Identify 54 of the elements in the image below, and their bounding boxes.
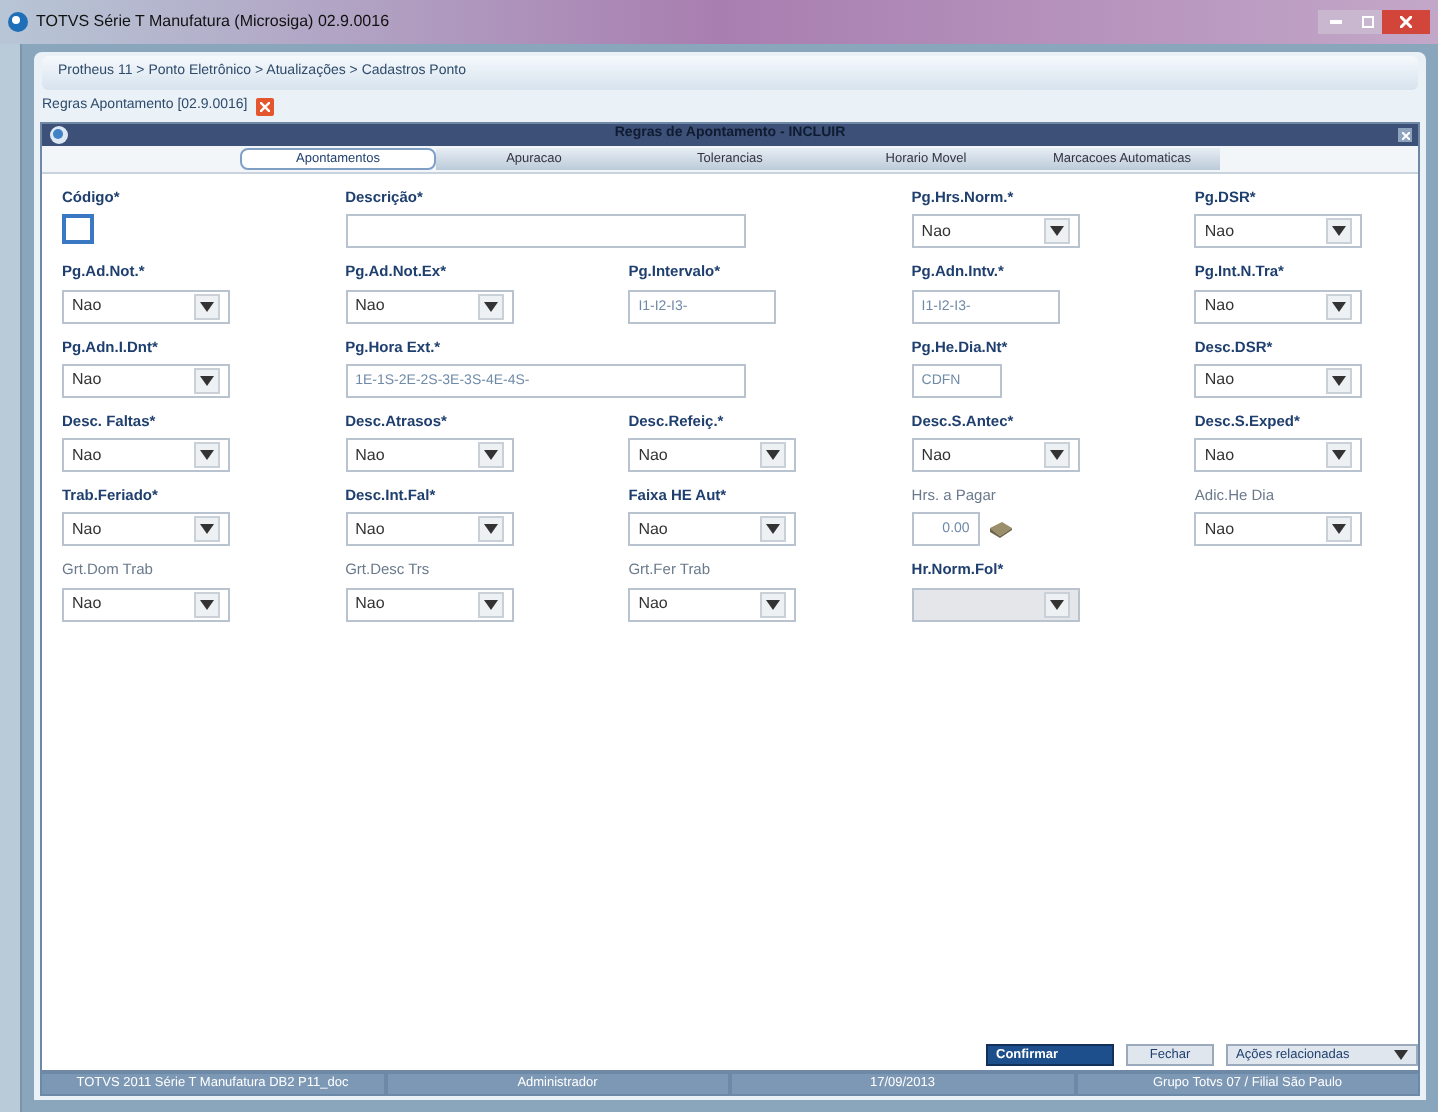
caret-icon	[200, 450, 214, 460]
dropdown-field[interactable]: Nao	[345, 587, 514, 621]
dropdown-field[interactable]: Nao	[62, 512, 230, 547]
caret-icon	[483, 301, 498, 311]
caret-icon	[1049, 599, 1064, 609]
dropdown-field[interactable]: Nao	[62, 438, 230, 472]
dropdown-field[interactable]: Nao	[62, 587, 230, 621]
dropdown-field[interactable]: Nao	[1194, 214, 1363, 249]
close-icon	[1401, 131, 1409, 139]
close-icon	[259, 101, 270, 111]
window-title: TOTVS Série T Manufatura (Microsiga) 02.9.0016	[36, 10, 390, 34]
caret-icon	[1332, 301, 1347, 311]
caret-icon	[483, 524, 498, 535]
caret-icon	[200, 524, 214, 535]
dropdown-field[interactable]: Nao	[628, 512, 797, 547]
caret-icon	[1394, 1050, 1408, 1060]
dropdown-field[interactable]: Nao	[911, 438, 1080, 472]
input-field[interactable]	[345, 214, 746, 249]
dropdown-field[interactable]: Nao	[628, 587, 797, 621]
caret-icon	[483, 450, 498, 460]
caret-icon	[1332, 375, 1347, 386]
dropdown-field[interactable]: Nao	[1194, 363, 1363, 398]
caret-icon	[483, 599, 498, 609]
dropdown-field[interactable]: Nao	[345, 438, 514, 472]
caret-icon	[200, 375, 214, 386]
dropdown-field[interactable]: Nao	[62, 289, 230, 323]
caret-icon	[200, 301, 214, 311]
minimize-button[interactable]	[1318, 10, 1354, 34]
input-field[interactable]	[62, 214, 94, 245]
maximize-button[interactable]	[1354, 10, 1382, 34]
dropdown-field[interactable]: Nao	[1194, 438, 1363, 472]
dropdown-field[interactable]: Nao	[1194, 289, 1363, 323]
maximize-icon	[1362, 16, 1374, 28]
caret-icon	[1049, 226, 1064, 237]
caret-icon	[766, 524, 781, 535]
tab-close-button[interactable]	[255, 97, 274, 115]
dropdown-field[interactable]: Nao	[345, 512, 514, 547]
dropdown-field[interactable]: Nao	[62, 363, 230, 398]
dropdown-field[interactable]: Nao	[911, 214, 1080, 249]
caret-icon	[766, 450, 781, 460]
dropdown-field[interactable]: Nao	[628, 438, 797, 472]
dialog-close-button[interactable]	[1398, 128, 1412, 142]
dropdown-field[interactable]: Nao	[1194, 512, 1363, 547]
caret-icon	[1332, 524, 1347, 535]
minimize-icon	[1330, 20, 1342, 24]
caret-icon	[1332, 450, 1347, 460]
caret-icon	[766, 599, 781, 609]
close-icon	[1400, 16, 1412, 28]
caret-icon	[200, 599, 214, 609]
app-icon	[8, 12, 28, 32]
close-button[interactable]	[1382, 10, 1430, 34]
caret-icon	[1332, 226, 1347, 237]
dropdown-field[interactable]: Nao	[345, 289, 514, 323]
caret-icon	[1049, 450, 1064, 460]
